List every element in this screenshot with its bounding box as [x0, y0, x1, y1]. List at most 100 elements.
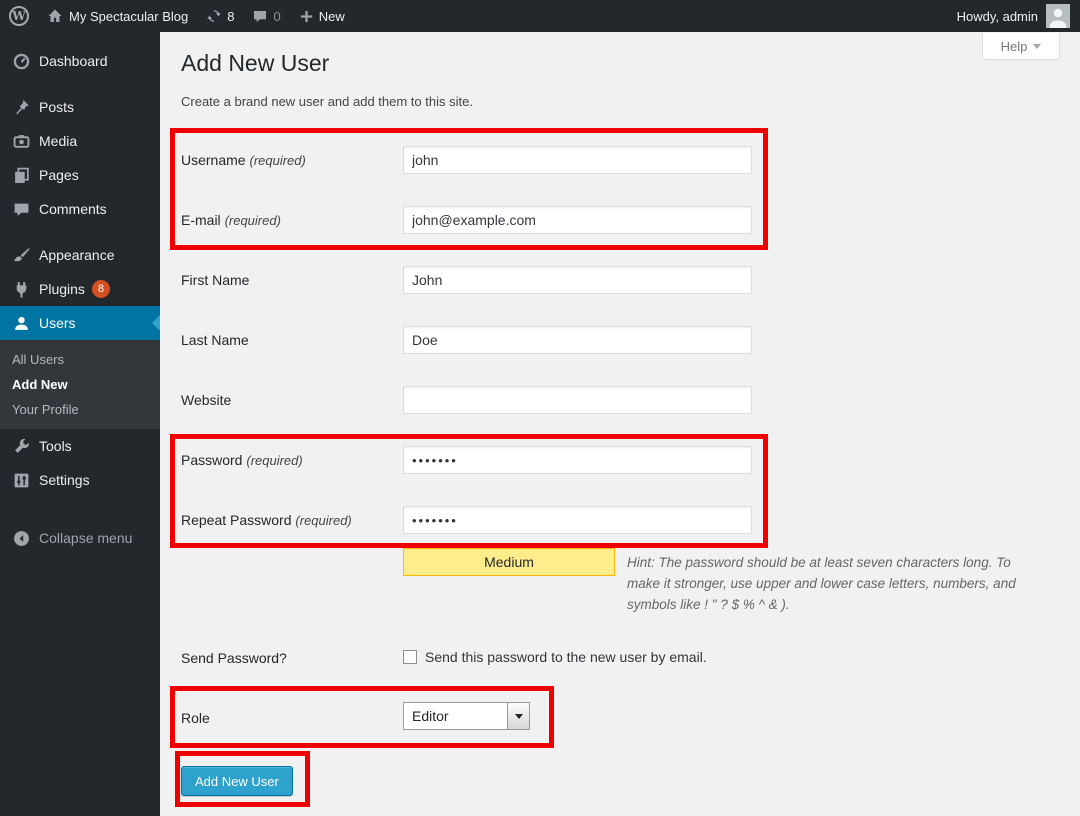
sidebar-item-pages[interactable]: Pages [0, 158, 160, 192]
page-subtitle: Create a brand new user and add them to … [181, 94, 473, 109]
role-selected-value: Editor [404, 703, 507, 729]
repeat-password-label: Repeat Password (required) [181, 512, 399, 528]
required-note: (required) [225, 213, 281, 228]
website-row: Website [181, 386, 1061, 414]
sidebar-item-comments[interactable]: Comments [0, 192, 160, 226]
comment-count: 0 [273, 9, 280, 24]
website-input[interactable] [403, 386, 752, 414]
new-label: New [319, 9, 345, 24]
chevron-down-icon [1033, 44, 1041, 49]
pushpin-icon [12, 98, 30, 116]
plugins-update-badge: 8 [92, 280, 110, 298]
sidebar-item-label: Media [39, 133, 77, 149]
plug-icon [12, 280, 30, 298]
admin-sidebar: Dashboard Posts Media Pages Commen [0, 32, 160, 816]
submenu-item-your-profile[interactable]: Your Profile [0, 397, 160, 422]
password-input[interactable] [403, 446, 752, 474]
password-row: Password (required) [181, 446, 1061, 474]
howdy-account-link[interactable]: Howdy, admin [948, 0, 1070, 32]
wrench-icon [12, 437, 30, 455]
sidebar-item-users[interactable]: Users [0, 306, 160, 340]
updates-link[interactable]: 8 [197, 0, 243, 32]
email-row: E-mail (required) [181, 206, 1061, 234]
sidebar-item-plugins[interactable]: Plugins 8 [0, 272, 160, 306]
sidebar-item-posts[interactable]: Posts [0, 90, 160, 124]
username-input[interactable] [403, 146, 752, 174]
sidebar-item-tools[interactable]: Tools [0, 429, 160, 463]
brush-icon [12, 246, 30, 264]
first-name-label: First Name [181, 272, 399, 288]
sidebar-item-dashboard[interactable]: Dashboard [0, 44, 160, 78]
sidebar-item-label: Plugins [39, 281, 85, 297]
help-button[interactable]: Help [982, 33, 1060, 60]
sidebar-item-label: Comments [39, 201, 107, 217]
updates-refresh-icon [206, 8, 222, 24]
admin-bar: W My Spectacular Blog 8 0 [0, 0, 1080, 32]
role-label: Role [181, 710, 399, 726]
sidebar-item-label: Collapse menu [39, 530, 132, 546]
wordpress-logo-icon: W [9, 6, 29, 26]
comment-icon [12, 200, 30, 218]
role-row: Role Editor [181, 702, 1061, 730]
role-select[interactable]: Editor [403, 702, 530, 730]
password-strength-meter: Medium [403, 548, 615, 576]
email-label: E-mail (required) [181, 212, 399, 228]
update-count: 8 [227, 9, 234, 24]
sidebar-item-label: Dashboard [39, 53, 108, 69]
site-name-link[interactable]: My Spectacular Blog [38, 0, 197, 32]
main-content: Help Add New User Create a brand new use… [160, 32, 1080, 816]
camera-icon [12, 132, 30, 150]
required-note: (required) [249, 153, 305, 168]
collapse-arrow-icon [12, 529, 30, 547]
repeat-password-row: Repeat Password (required) [181, 506, 1061, 534]
pages-icon [12, 166, 30, 184]
last-name-input[interactable] [403, 326, 752, 354]
username-row: Username (required) [181, 146, 1061, 174]
submenu-item-all-users[interactable]: All Users [0, 347, 160, 372]
wordpress-admin-add-new-user-page: W My Spectacular Blog 8 0 [0, 0, 1080, 816]
submenu-item-add-new[interactable]: Add New [0, 372, 160, 397]
sidebar-item-appearance[interactable]: Appearance [0, 238, 160, 272]
collapse-menu-button[interactable]: Collapse menu [0, 521, 160, 555]
first-name-row: First Name [181, 266, 1061, 294]
user-avatar [1046, 4, 1070, 28]
user-icon [12, 314, 30, 332]
page-title: Add New User [181, 50, 329, 77]
add-new-user-button[interactable]: Add New User [181, 766, 293, 796]
password-label: Password (required) [181, 452, 399, 468]
sidebar-item-media[interactable]: Media [0, 124, 160, 158]
sliders-icon [12, 471, 30, 489]
sidebar-item-label: Settings [39, 472, 90, 488]
required-note: (required) [246, 453, 302, 468]
comment-bubble-icon [252, 8, 268, 24]
username-label: Username (required) [181, 152, 399, 168]
howdy-label: Howdy, admin [957, 9, 1038, 24]
sidebar-item-label: Users [39, 315, 76, 331]
sidebar-item-settings[interactable]: Settings [0, 463, 160, 497]
comments-link[interactable]: 0 [243, 0, 289, 32]
current-menu-arrow-icon [152, 315, 160, 331]
last-name-row: Last Name [181, 326, 1061, 354]
send-password-label: Send Password? [181, 650, 399, 666]
sidebar-item-label: Pages [39, 167, 79, 183]
plus-icon [299, 9, 314, 24]
dashboard-icon [12, 52, 30, 70]
sidebar-item-label: Appearance [39, 247, 115, 263]
email-input[interactable] [403, 206, 752, 234]
send-password-checkbox[interactable] [403, 650, 417, 664]
new-content-link[interactable]: New [290, 0, 354, 32]
first-name-input[interactable] [403, 266, 752, 294]
sidebar-item-label: Tools [39, 438, 72, 454]
last-name-label: Last Name [181, 332, 399, 348]
help-label: Help [1001, 39, 1028, 54]
select-dropdown-button[interactable] [507, 703, 529, 729]
site-name-label: My Spectacular Blog [69, 9, 188, 24]
repeat-password-input[interactable] [403, 506, 752, 534]
send-password-row: Send Password? Send this password to the… [181, 646, 1061, 674]
home-icon [47, 8, 63, 24]
users-submenu: All Users Add New Your Profile [0, 340, 160, 429]
send-password-checkbox-label: Send this password to the new user by em… [425, 649, 707, 665]
required-note: (required) [295, 513, 351, 528]
website-label: Website [181, 392, 399, 408]
wordpress-logo-menu[interactable]: W [0, 0, 38, 32]
